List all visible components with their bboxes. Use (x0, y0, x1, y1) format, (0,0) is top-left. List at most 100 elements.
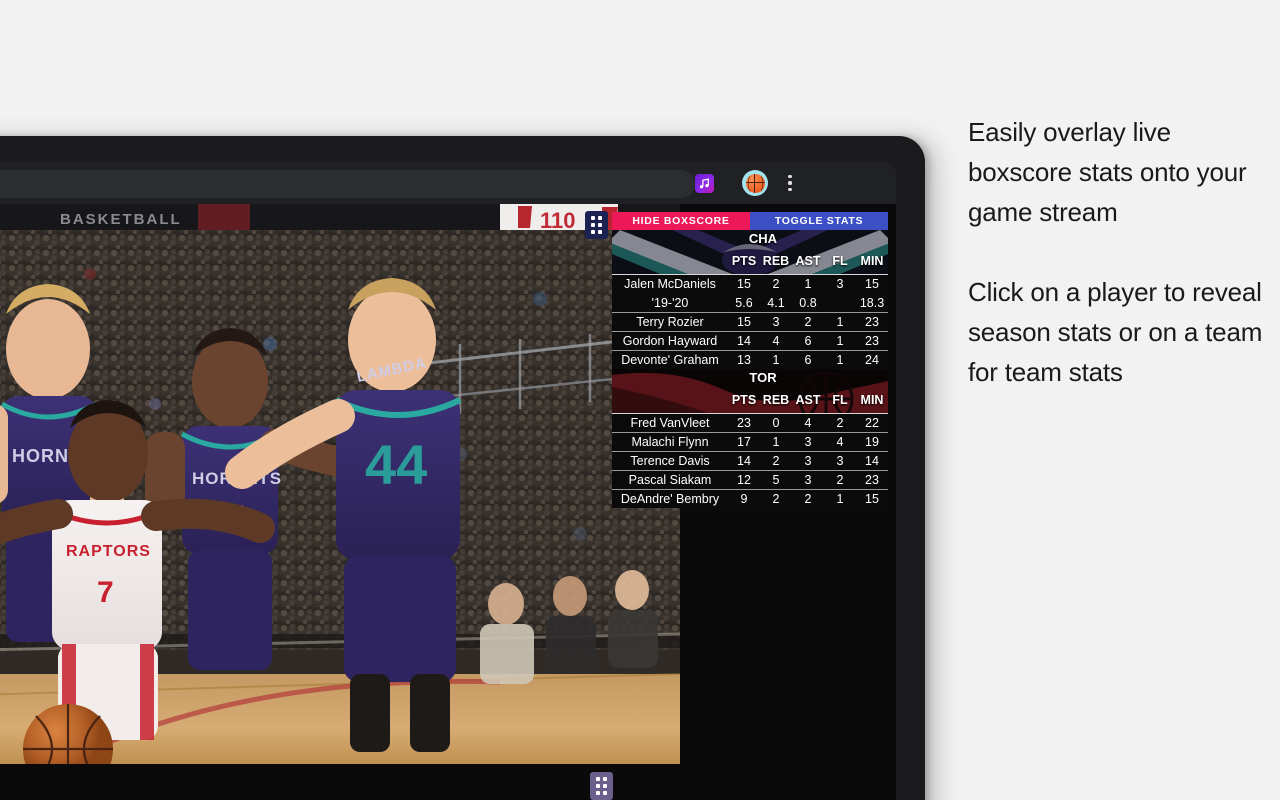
stat-min: 23 (865, 473, 879, 487)
season-stats-row: '19-'20 5.6 4.1 0.8 18.3 (612, 293, 888, 312)
svg-text:44: 44 (365, 433, 427, 496)
table-row[interactable]: Pascal Siakam 12 5 3 2 23 (612, 470, 888, 489)
stat-ast: 2 (804, 315, 812, 329)
stat-fl: 3 (836, 454, 844, 468)
table-row[interactable]: Terence Davis 14 2 3 3 14 (612, 451, 888, 470)
player-name: Fred VanVleet (630, 416, 710, 430)
stat-ast: 3 (804, 473, 812, 487)
toggle-stats-button[interactable]: TOGGLE STATS (750, 212, 888, 230)
stat-ast: 3 (804, 435, 812, 449)
stat-min: 14 (865, 454, 879, 468)
stat-pts: 12 (737, 473, 751, 487)
column-headers-cha: PTS REB AST FL MIN (612, 250, 888, 272)
season-label: '19-'20 (651, 295, 689, 310)
col-ast: AST (795, 393, 821, 407)
stat-pts: 17 (737, 435, 751, 449)
stat-fl: 2 (836, 473, 844, 487)
season-ast: 0.8 (799, 295, 817, 310)
stat-min: 23 (865, 334, 879, 348)
player-name: Terence Davis (630, 454, 710, 468)
table-row[interactable]: Terry Rozier 15 3 2 1 23 (612, 312, 888, 331)
col-reb: REB (762, 254, 790, 268)
stat-min: 24 (865, 353, 879, 367)
svg-text:7: 7 (97, 576, 114, 609)
player-name: Gordon Hayward (622, 334, 718, 348)
boxscore-drag-handle-top[interactable] (585, 211, 608, 239)
col-min: MIN (860, 393, 884, 407)
table-row[interactable]: Fred VanVleet 23 0 4 2 22 (612, 413, 888, 432)
stat-reb: 3 (772, 315, 780, 329)
stat-fl: 4 (836, 435, 844, 449)
stat-fl: 1 (836, 334, 844, 348)
stat-ast: 6 (804, 353, 812, 367)
stat-pts: 15 (737, 315, 751, 329)
table-row[interactable]: Malachi Flynn 17 1 3 4 19 (612, 432, 888, 451)
boxscore-controls: HIDE BOXSCORE TOGGLE STATS (612, 212, 888, 230)
boxscore-drag-handle-bottom[interactable] (590, 772, 613, 800)
team-abbr-tor: TOR (749, 370, 777, 385)
stat-fl: 2 (836, 416, 844, 430)
col-pts: PTS (731, 254, 757, 268)
table-row[interactable]: Devonte' Graham 13 1 6 1 24 (612, 350, 888, 369)
stat-pts: 9 (740, 492, 748, 506)
stat-reb: 4 (772, 334, 780, 348)
boxscore-overlay: HIDE BOXSCORE TOGGLE STATS CHA PTS REB A… (612, 212, 888, 508)
stat-ast: 4 (804, 416, 812, 430)
browser-toolbar (0, 162, 896, 204)
toolbar-icon-group (695, 162, 798, 204)
page-root: BASKETBALL 110 HORNETS HORNETS 15 RAPTOR… (0, 0, 1280, 800)
player-rows-tor: Fred VanVleet 23 0 4 2 22 Malachi Flynn … (612, 413, 888, 508)
stat-fl: 1 (836, 492, 844, 506)
stat-reb: 2 (772, 454, 780, 468)
stat-ast: 1 (804, 277, 812, 291)
music-extension-icon[interactable] (695, 173, 714, 193)
copy-paragraph-2: Click on a player to reveal season stats… (968, 277, 1263, 387)
stat-reb: 1 (772, 353, 780, 367)
svg-text:BASKETBALL: BASKETBALL (60, 211, 182, 228)
team-block-cha: CHA PTS REB AST FL MIN Jalen McDaniels 1… (612, 230, 888, 369)
season-reb: 4.1 (767, 295, 785, 310)
team-abbr-cha: CHA (748, 231, 778, 246)
col-fl: FL (832, 254, 848, 268)
table-row[interactable]: Gordon Hayward 14 4 6 1 23 (612, 331, 888, 350)
player-name: Jalen McDaniels (624, 277, 716, 291)
stat-fl: 3 (836, 277, 844, 291)
basketball-boxscore-extension-icon[interactable] (742, 170, 768, 196)
basketball-game-frame: BASKETBALL 110 HORNETS HORNETS 15 RAPTOR… (0, 204, 680, 764)
team-header-cha[interactable]: CHA PTS REB AST FL MIN (612, 230, 888, 274)
team-block-tor: TOR PTS REB AST FL MIN Fred VanVleet 23 … (612, 369, 888, 508)
table-row[interactable]: DeAndre' Bembry 9 2 2 1 15 (612, 489, 888, 508)
table-row[interactable]: Jalen McDaniels 15 2 1 3 15 (612, 274, 888, 293)
col-ast: AST (795, 254, 821, 268)
browser-menu-icon[interactable] (782, 173, 798, 193)
stat-pts: 23 (737, 416, 751, 430)
stat-reb: 1 (772, 435, 780, 449)
season-min: 18.3 (859, 295, 885, 310)
player-name: Pascal Siakam (628, 473, 712, 487)
season-pts: 5.6 (735, 295, 753, 310)
stat-ast: 2 (804, 492, 812, 506)
player-name: DeAndre' Bembry (620, 492, 720, 506)
player-name: Devonte' Graham (621, 353, 719, 367)
team-header-tor[interactable]: TOR PTS REB AST FL MIN (612, 369, 888, 413)
stat-min: 22 (865, 416, 879, 430)
player-name: Terry Rozier (636, 315, 704, 329)
stat-fl: 1 (836, 315, 844, 329)
stat-pts: 15 (737, 277, 751, 291)
stat-reb: 5 (772, 473, 780, 487)
stat-pts: 13 (737, 353, 751, 367)
col-min: MIN (860, 254, 884, 268)
courtside-spectators (480, 570, 658, 684)
player-rows-cha: Jalen McDaniels 15 2 1 3 15 '19-'20 5.6 … (612, 274, 888, 369)
stat-ast: 3 (804, 454, 812, 468)
svg-text:RAPTORS: RAPTORS (66, 543, 151, 560)
stat-fl: 1 (836, 353, 844, 367)
player-name: Malachi Flynn (631, 435, 709, 449)
stat-min: 19 (865, 435, 879, 449)
hide-boxscore-button[interactable]: HIDE BOXSCORE (612, 212, 750, 230)
stat-ast: 6 (804, 334, 812, 348)
address-bar[interactable] (0, 170, 695, 198)
stat-reb: 2 (772, 277, 780, 291)
stat-min: 15 (865, 492, 879, 506)
game-stream-video[interactable]: BASKETBALL 110 HORNETS HORNETS 15 RAPTOR… (0, 204, 680, 764)
